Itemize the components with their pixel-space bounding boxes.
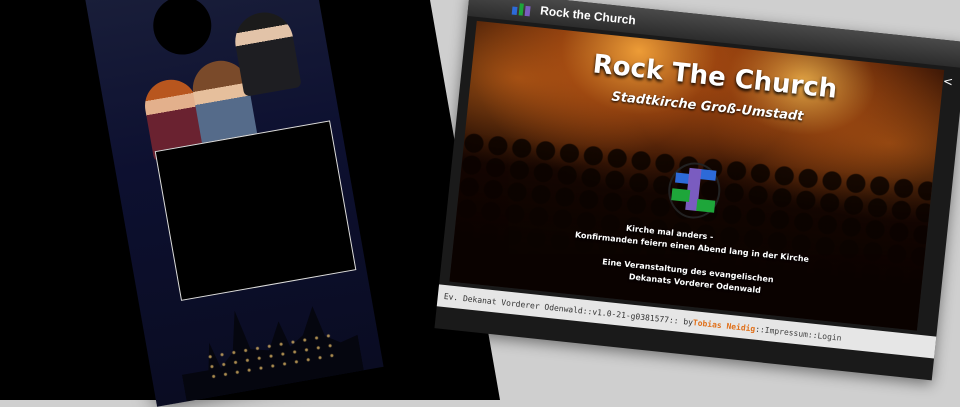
website-window: Rock the Church Rock The Church Stadtkir…: [434, 0, 960, 381]
footer-separator: :: by: [668, 315, 694, 327]
hanger-hole: [148, 0, 216, 60]
impressum-link[interactable]: Impressum: [764, 325, 808, 338]
login-link[interactable]: Login: [817, 331, 842, 342]
app-logo-icon: [511, 1, 531, 17]
event-logo-icon: [665, 159, 724, 222]
character-figure: [230, 7, 302, 97]
photo-frame: [154, 120, 357, 301]
footer-version: v1.0-21-g0381577: [591, 307, 670, 325]
window-title: Rock the Church: [539, 3, 637, 28]
share-icon[interactable]: <: [942, 74, 953, 89]
hero-banner: Rock The Church Stadtkirche Groß-Umstadt…: [449, 20, 945, 331]
footer-org: Ev. Dekanat Vorderer Odenwald: [443, 291, 584, 316]
author-link[interactable]: Tobias Neidig: [693, 318, 756, 333]
